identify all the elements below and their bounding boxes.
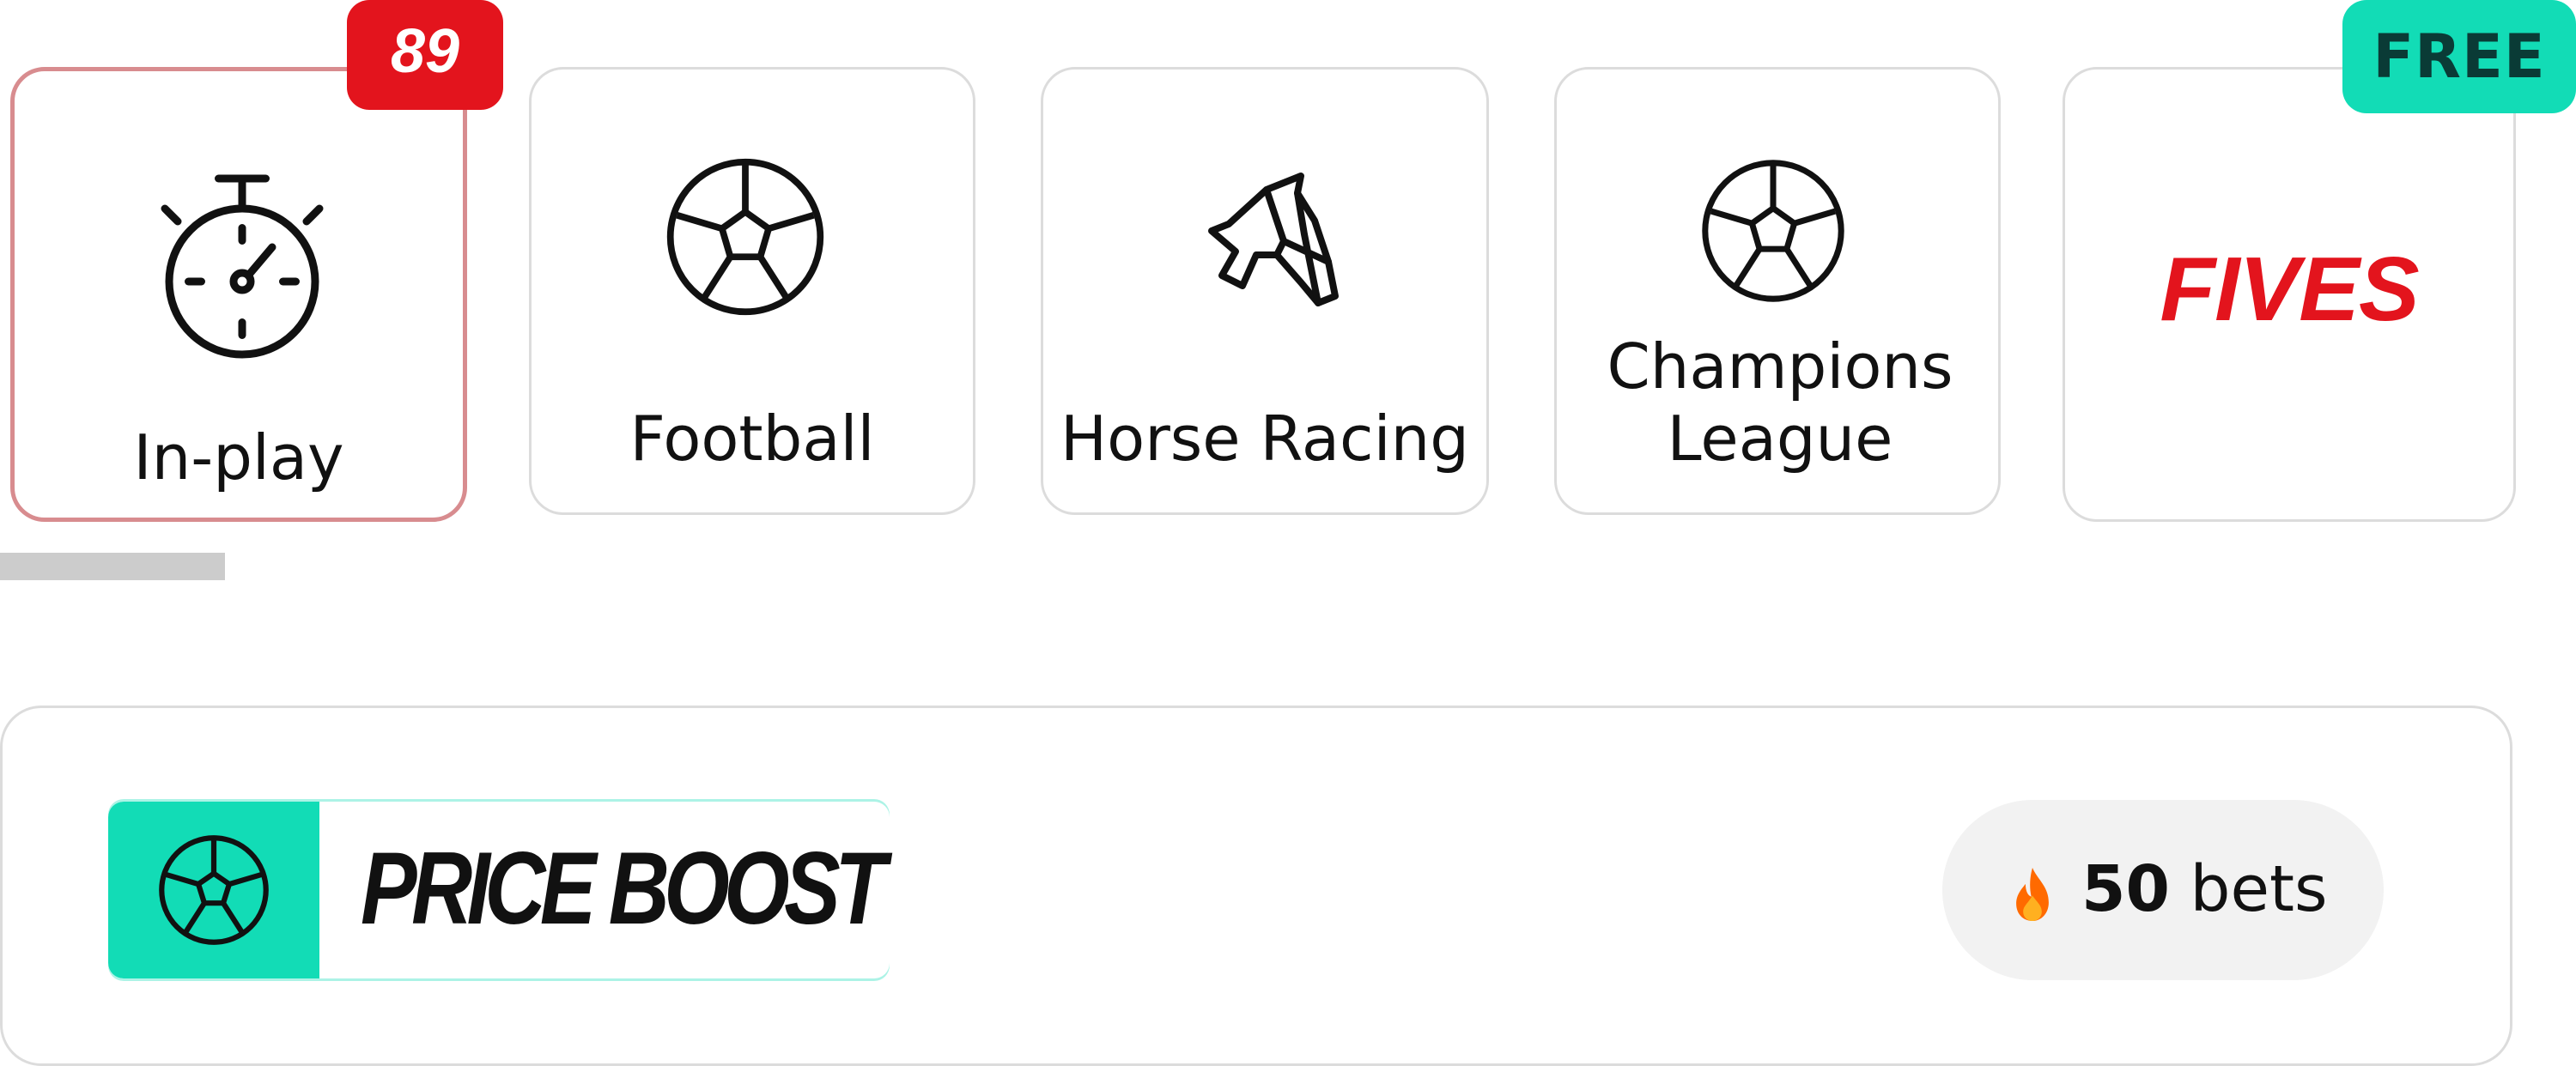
carousel-scroll-indicator[interactable] bbox=[0, 553, 225, 580]
horse-head-icon bbox=[1208, 173, 1339, 306]
price-boost-icon-box bbox=[108, 802, 319, 978]
football-icon bbox=[1702, 160, 1844, 302]
category-tile-champions-league[interactable]: Champions League bbox=[1554, 67, 2001, 515]
football-icon bbox=[666, 158, 824, 316]
bets-count-label: bets bbox=[2190, 852, 2328, 926]
bets-count-value: 50 bbox=[2081, 852, 2170, 926]
category-label: In-play bbox=[133, 421, 344, 494]
free-badge: FREE bbox=[2342, 0, 2576, 113]
flame-icon bbox=[2016, 867, 2049, 922]
category-carousel: In-play Football Horse Racing Champions … bbox=[0, 0, 2576, 549]
category-label: Horse Racing bbox=[1060, 403, 1469, 475]
category-tile-in-play[interactable]: In-play bbox=[10, 67, 467, 522]
football-icon bbox=[159, 835, 269, 945]
live-count-badge: 89 bbox=[347, 0, 503, 110]
category-tile-football[interactable]: Football bbox=[529, 67, 975, 515]
category-label: Football bbox=[629, 403, 875, 475]
price-boost-title: PRICE BOOST bbox=[361, 831, 886, 946]
stopwatch-icon bbox=[161, 174, 324, 359]
category-tile-horse-racing[interactable]: Horse Racing bbox=[1041, 67, 1489, 515]
fives-logo: FIVES bbox=[2160, 239, 2419, 340]
category-tile-fives[interactable]: FIVES bbox=[2063, 67, 2516, 522]
category-label: Champions League bbox=[1607, 330, 1953, 475]
bets-count-text: 50 bets bbox=[2081, 846, 2328, 932]
